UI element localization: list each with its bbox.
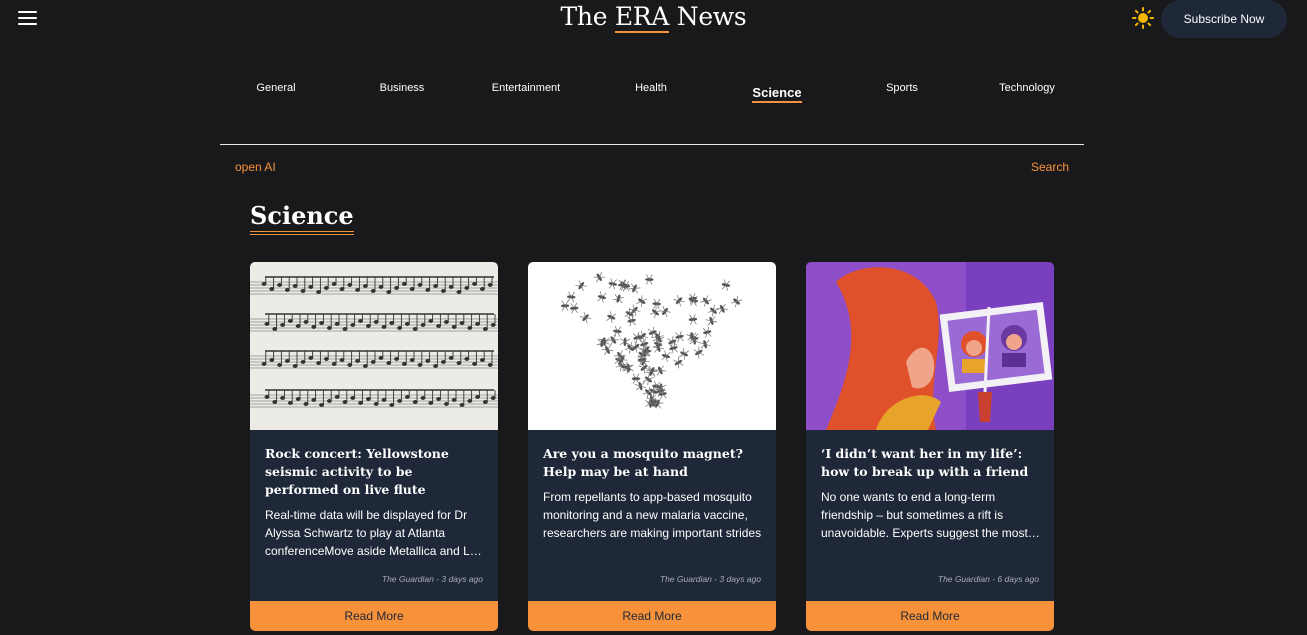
nav-item-technology[interactable]: Technology <box>964 82 1090 94</box>
read-more-button[interactable]: Read More <box>250 601 498 631</box>
mosquito-swarm-image[interactable] <box>528 262 776 430</box>
sun-icon[interactable] <box>1132 7 1154 29</box>
nav-item-label: General <box>256 82 296 94</box>
top-bar: The ERA News Subscribe Now <box>0 0 1307 40</box>
news-card: ‘I didn’t want her in my life’: how to b… <box>806 262 1054 631</box>
search-link[interactable]: Search <box>1031 160 1069 174</box>
news-card: Rock concert: Yellowstone seismic activi… <box>250 262 498 631</box>
card-description: No one wants to end a long-term friendsh… <box>821 490 1028 540</box>
nav-item-label: Health <box>635 82 667 94</box>
site-title-suffix: News <box>669 2 747 31</box>
section-title: Science <box>250 201 354 235</box>
nav-item-label: Business <box>379 82 425 94</box>
section-title-text: Science <box>250 201 354 235</box>
nav-item-label: Sports <box>886 82 918 94</box>
nav-divider <box>220 144 1084 145</box>
card-source-time: The Guardian - 3 days ago <box>659 574 761 584</box>
nav-item-entertainment[interactable]: Entertainment <box>463 82 589 94</box>
nav-item-general[interactable]: General <box>213 82 339 94</box>
sheet-music-image[interactable] <box>250 262 498 430</box>
card-title[interactable]: Rock concert: Yellowstone seismic activi… <box>265 445 487 499</box>
news-card: Are you a mosquito magnet? Help may be a… <box>528 262 776 631</box>
site-title-prefix: The <box>560 2 615 31</box>
nav-item-label: Science <box>752 85 802 103</box>
category-nav: General Business Entertainment Health Sc… <box>213 80 1092 104</box>
card-title[interactable]: Are you a mosquito magnet? Help may be a… <box>543 445 765 481</box>
site-title-accent: ERA <box>614 2 670 33</box>
read-more-button[interactable]: Read More <box>528 601 776 631</box>
read-more-button[interactable]: Read More <box>806 601 1054 631</box>
card-description: From repellants to app-based mosquito mo… <box>543 490 762 540</box>
card-description: Real-time data will be displayed for Dr … <box>265 508 484 558</box>
subscribe-button[interactable]: Subscribe Now <box>1161 0 1287 38</box>
nav-item-business[interactable]: Business <box>339 82 465 94</box>
friend-photo-illustration[interactable] <box>806 262 1054 430</box>
nav-item-health[interactable]: Health <box>588 82 714 94</box>
card-title[interactable]: ‘I didn’t want her in my life’: how to b… <box>821 445 1043 481</box>
card-source-time: The Guardian - 6 days ago <box>937 574 1039 584</box>
site-title[interactable]: The ERA News <box>0 2 1307 33</box>
nav-item-label: Technology <box>999 82 1055 94</box>
nav-item-science[interactable]: Science <box>714 85 840 103</box>
open-ai-link[interactable]: open AI <box>235 160 276 174</box>
nav-item-label: Entertainment <box>491 82 561 94</box>
card-source-time: The Guardian - 3 days ago <box>381 574 483 584</box>
nav-item-sports[interactable]: Sports <box>839 82 965 94</box>
